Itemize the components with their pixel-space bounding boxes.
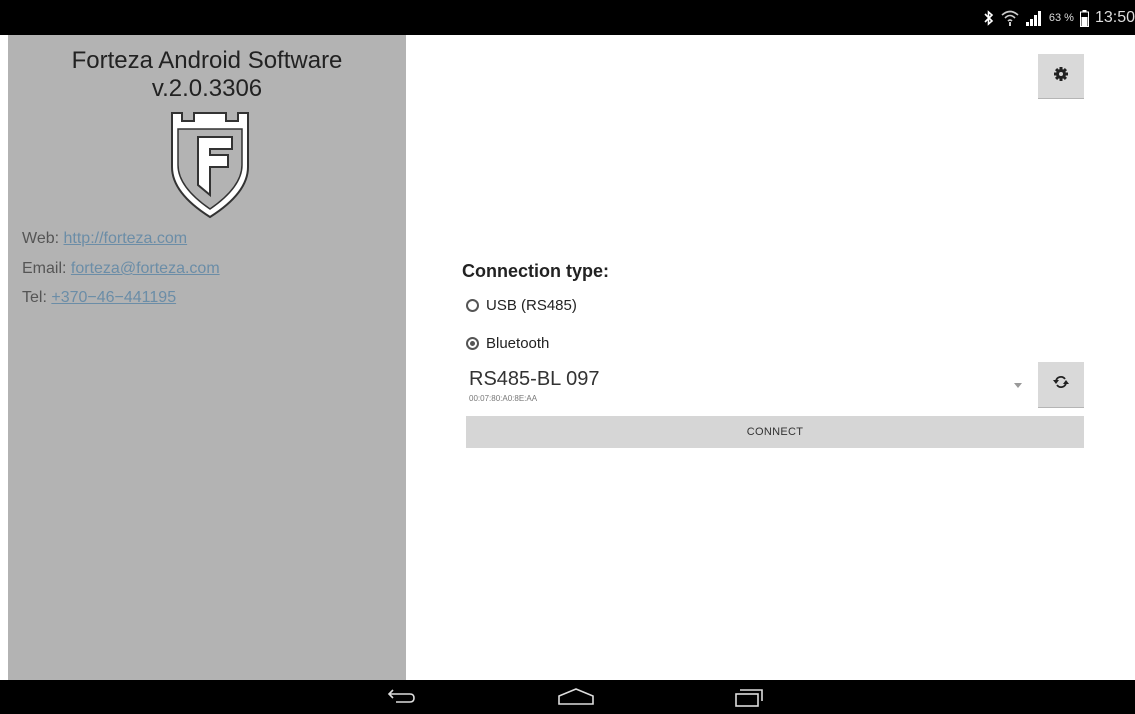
radio-bluetooth-label: Bluetooth [486,335,550,352]
nav-bar [0,680,1135,714]
contact-email: Email: forteza@forteza.com [22,260,220,278]
clock: 13:50 [1094,9,1135,26]
email-label: Email: [22,260,67,277]
tel-label: Tel: [22,289,47,306]
forteza-logo [168,107,252,219]
status-bar: 63 % 13:50 [0,0,1135,35]
device-select[interactable]: RS485-BL 097 00:07:80:A0:8E:AA [466,366,1032,408]
status-icons: 63 % 13:50 [983,7,1135,29]
contact-tel: Tel: +370−46−441195 [22,289,176,307]
radio-usb-label: USB (RS485) [486,297,577,314]
radio-bluetooth[interactable]: Bluetooth [466,335,549,352]
dropdown-arrow-icon [1014,383,1022,388]
recents-icon[interactable] [728,685,768,709]
device-name: RS485-BL 097 [469,368,600,390]
bluetooth-icon [983,10,995,26]
back-icon[interactable] [382,685,422,709]
battery-icon [1079,9,1089,27]
web-label: Web: [22,230,60,247]
connect-button[interactable]: CONNECT [466,416,1084,448]
gear-icon [1054,66,1068,86]
radio-usb-button[interactable] [466,299,479,312]
settings-button[interactable] [1038,54,1084,99]
refresh-button[interactable] [1038,362,1084,408]
battery-percent: 63 % [1048,12,1074,24]
app-version: v.2.0.3306 [151,75,263,102]
radio-bluetooth-button[interactable] [466,337,479,350]
signal-icon [1025,10,1043,26]
web-link[interactable]: http://forteza.com [64,230,188,247]
refresh-icon [1052,375,1070,394]
app-name: Forteza Android Software [71,47,343,74]
app-title: Forteza Android Software v.2.0.3306 [8,47,406,103]
sidebar: Forteza Android Software v.2.0.3306 Web:… [8,35,406,680]
contact-web: Web: http://forteza.com [22,230,187,248]
radio-usb[interactable]: USB (RS485) [466,297,577,314]
connection-type-label: Connection type: [462,261,609,281]
device-mac: 00:07:80:A0:8E:AA [469,394,538,403]
email-link[interactable]: forteza@forteza.com [71,260,220,277]
home-icon[interactable] [556,685,596,709]
wifi-icon [1001,10,1019,26]
tel-link[interactable]: +370−46−441195 [51,289,176,306]
